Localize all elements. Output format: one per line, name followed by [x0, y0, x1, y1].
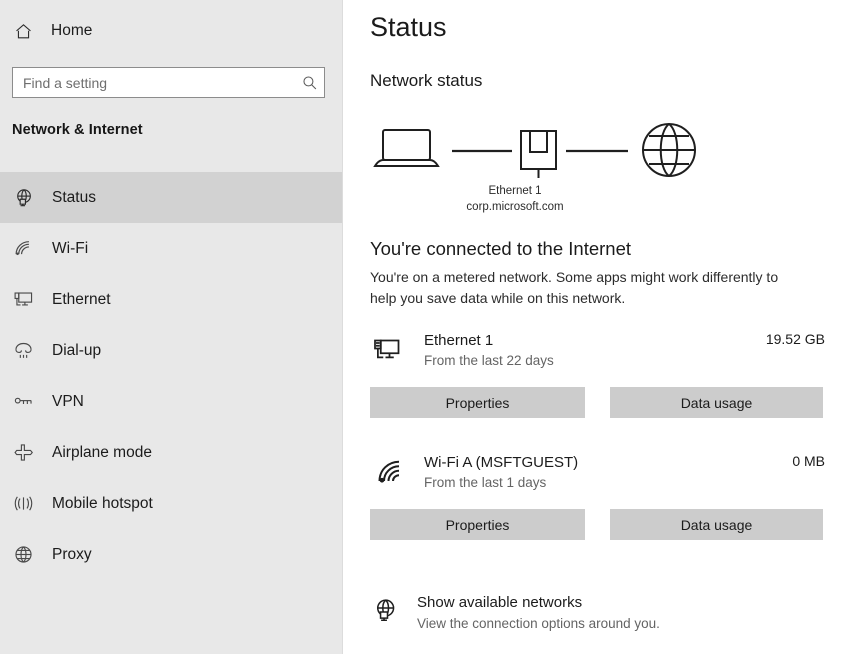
show-available-networks-link[interactable]: Show available networks View the connect… [370, 592, 800, 638]
adapter-name: Ethernet 1 [424, 332, 493, 349]
link-title: Show available networks [417, 594, 582, 611]
hotspot-signal-icon [12, 493, 34, 515]
globe-icon [643, 124, 695, 176]
sidebar-item-vpn[interactable]: VPN [0, 376, 343, 427]
section-title: Network status [370, 71, 482, 91]
network-globe-icon [12, 187, 34, 209]
search-icon[interactable] [294, 68, 324, 97]
globe-icon [12, 544, 34, 566]
laptop-icon [375, 130, 438, 166]
sidebar-item-mobile-hotspot[interactable]: Mobile hotspot [0, 478, 343, 529]
ethernet-monitor-icon [370, 333, 404, 367]
ethernet-monitor-icon [12, 289, 34, 311]
link-subtitle: View the connection options around you. [417, 616, 660, 631]
diagram-caption: Ethernet 1 corp.microsoft.com [370, 183, 660, 215]
home-icon [12, 20, 34, 42]
adapter-subtitle: From the last 1 days [424, 475, 546, 490]
search-box[interactable] [12, 67, 325, 98]
adapter-button-row: Properties Data usage [370, 387, 825, 418]
sidebar-item-wifi[interactable]: Wi-Fi [0, 223, 343, 274]
search-input[interactable] [13, 68, 294, 97]
sidebar-home-label: Home [51, 22, 92, 40]
sidebar-nav: Status Wi-Fi [0, 172, 343, 580]
diagram-caption-line1: Ethernet 1 [370, 183, 660, 199]
sidebar-item-ethernet[interactable]: Ethernet [0, 274, 343, 325]
adapter-name: Wi-Fi A (MSFTGUEST) [424, 454, 578, 471]
adapter-button-row: Properties Data usage [370, 509, 825, 540]
data-usage-button[interactable]: Data usage [610, 387, 823, 418]
diagram-caption-line2: corp.microsoft.com [370, 199, 660, 215]
sidebar-category-title: Network & Internet [12, 122, 143, 138]
adapter-texts: Ethernet 1 From the last 22 days [424, 330, 554, 371]
link-texts: Show available networks View the connect… [417, 592, 660, 634]
sidebar: Home Network & Internet [0, 0, 343, 654]
sidebar-item-label: Mobile hotspot [52, 495, 153, 513]
network-globe-icon [370, 595, 400, 625]
wifi-icon [374, 455, 408, 489]
wifi-icon [12, 238, 34, 260]
adapter-block-ethernet: Ethernet 1 From the last 22 days 19.52 G… [370, 330, 825, 418]
adapter-summary-row: Wi-Fi A (MSFTGUEST) From the last 1 days… [370, 452, 825, 499]
sidebar-item-label: Proxy [52, 546, 92, 564]
data-usage-button[interactable]: Data usage [610, 509, 823, 540]
sidebar-item-label: Status [52, 189, 96, 207]
adapter-subtitle: From the last 22 days [424, 353, 554, 368]
sidebar-item-label: Ethernet [52, 291, 111, 309]
sidebar-item-label: Wi-Fi [52, 240, 88, 258]
sidebar-item-dialup[interactable]: Dial-up [0, 325, 343, 376]
sidebar-item-status[interactable]: Status [0, 172, 343, 223]
sidebar-item-label: VPN [52, 393, 84, 411]
sidebar-item-airplane-mode[interactable]: Airplane mode [0, 427, 343, 478]
sidebar-item-home[interactable]: Home [12, 15, 343, 47]
airplane-icon [12, 442, 34, 464]
connection-status-description: You're on a metered network. Some apps m… [370, 267, 790, 309]
adapter-usage-value: 19.52 GB [766, 331, 825, 347]
sidebar-item-proxy[interactable]: Proxy [0, 529, 343, 580]
adapter-texts: Wi-Fi A (MSFTGUEST) From the last 1 days [424, 452, 578, 493]
adapter-summary-row: Ethernet 1 From the last 22 days 19.52 G… [370, 330, 825, 377]
properties-button[interactable]: Properties [370, 509, 585, 540]
main-content: Status Network status [343, 0, 845, 654]
ethernet-plug-icon [521, 131, 556, 178]
dialup-phone-icon [12, 340, 34, 362]
settings-window: Home Network & Internet [0, 0, 845, 654]
connection-status-title: You're connected to the Internet [370, 238, 631, 260]
adapter-block-wifi: Wi-Fi A (MSFTGUEST) From the last 1 days… [370, 452, 825, 540]
properties-button[interactable]: Properties [370, 387, 585, 418]
sidebar-item-label: Dial-up [52, 342, 101, 360]
adapter-usage-value: 0 MB [792, 453, 825, 469]
page-title: Status [370, 12, 447, 43]
vpn-key-icon [12, 391, 34, 413]
sidebar-item-label: Airplane mode [52, 444, 152, 462]
